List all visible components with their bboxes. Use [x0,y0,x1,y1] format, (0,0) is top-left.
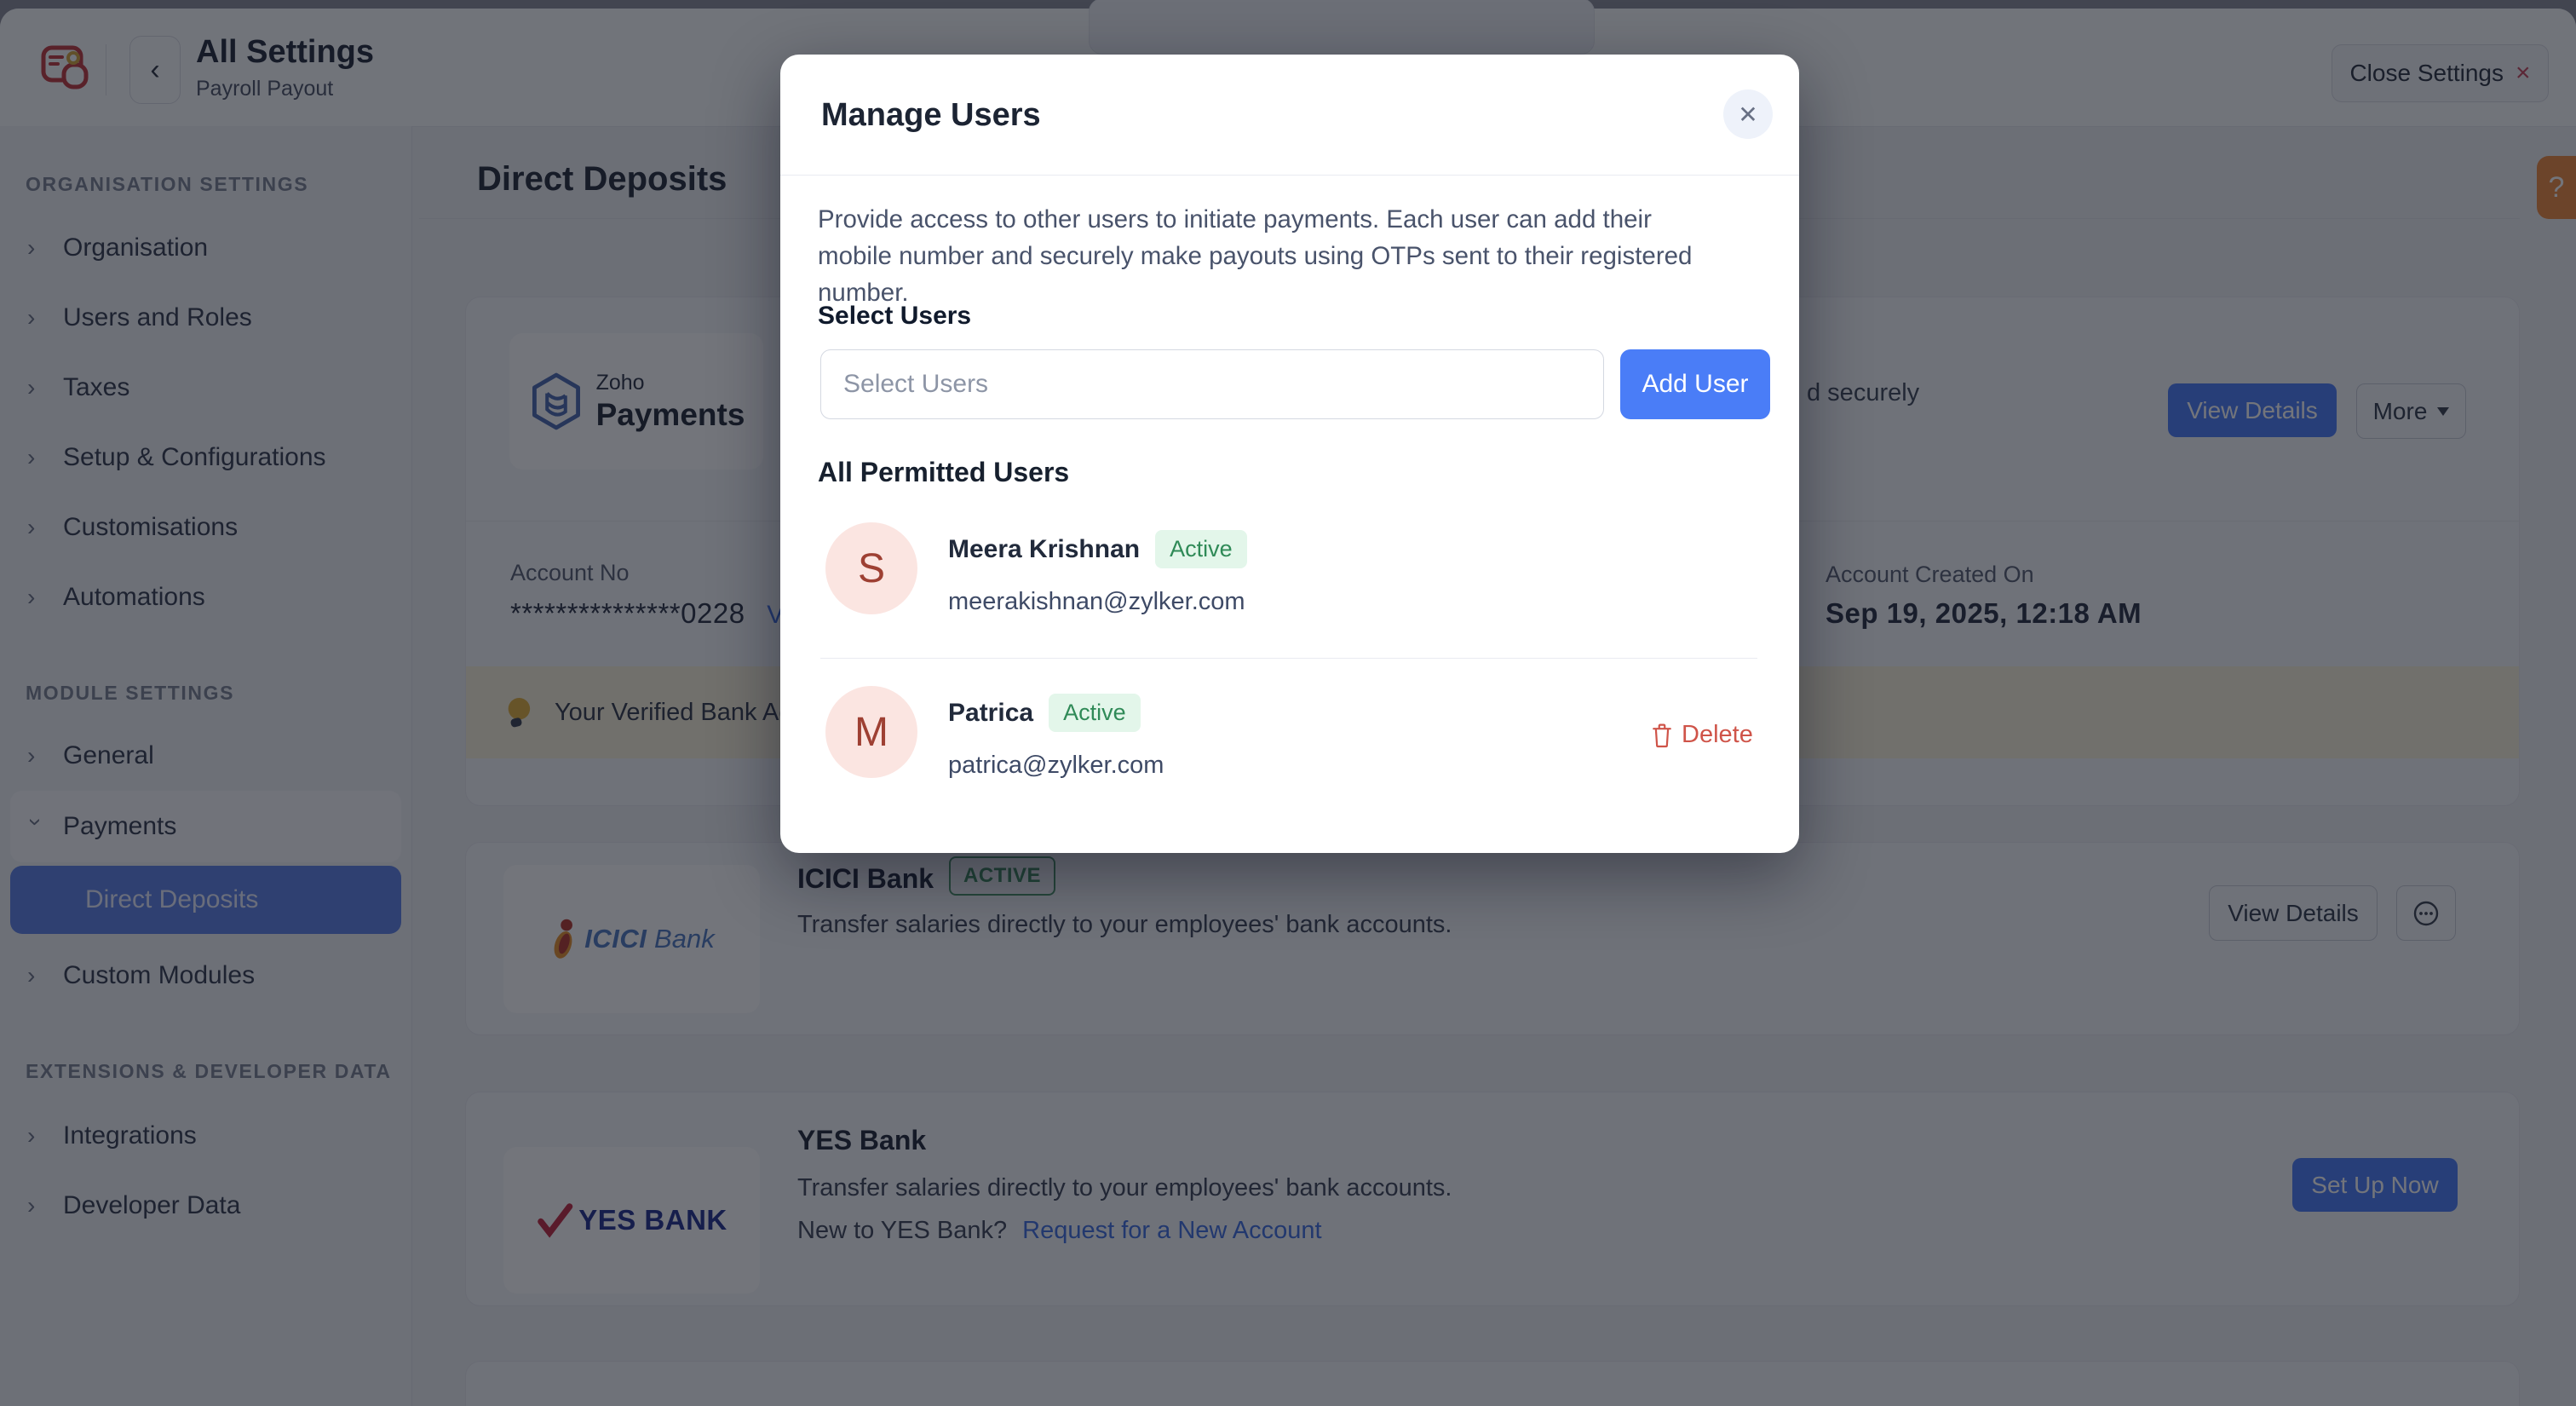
manage-users-modal: Manage Users ✕ Provide access to other u… [780,55,1799,853]
user-email: patrica@zylker.com [948,752,1164,780]
status-badge: Active [1049,694,1141,732]
close-icon: ✕ [1738,101,1757,129]
trash-icon [1651,723,1673,748]
avatar: S [825,522,917,614]
status-badge: Active [1155,530,1247,568]
modal-title: Manage Users [821,97,1041,134]
delete-label: Delete [1682,721,1753,749]
select-users-label: Select Users [818,302,971,331]
user-row-name-line: Patrica Active [948,694,1141,732]
select-users-input[interactable] [820,349,1604,419]
app-root: ‹ All Settings Payroll Payout Close Sett… [0,0,2576,1406]
add-user-button[interactable]: Add User [1620,349,1770,419]
user-email: meerakishnan@zylker.com [948,588,1245,616]
user-row-divider [820,658,1757,659]
modal-header-divider [780,175,1799,176]
modal-description: Provide access to other users to initiat… [818,201,1729,311]
all-permitted-users-heading: All Permitted Users [818,457,1069,488]
delete-user-button[interactable]: Delete [1651,721,1753,749]
user-row-name-line: Meera Krishnan Active [948,530,1247,568]
avatar: M [825,686,917,778]
user-name: Patrica [948,699,1033,728]
modal-close-button[interactable]: ✕ [1723,89,1773,139]
user-name: Meera Krishnan [948,535,1140,564]
